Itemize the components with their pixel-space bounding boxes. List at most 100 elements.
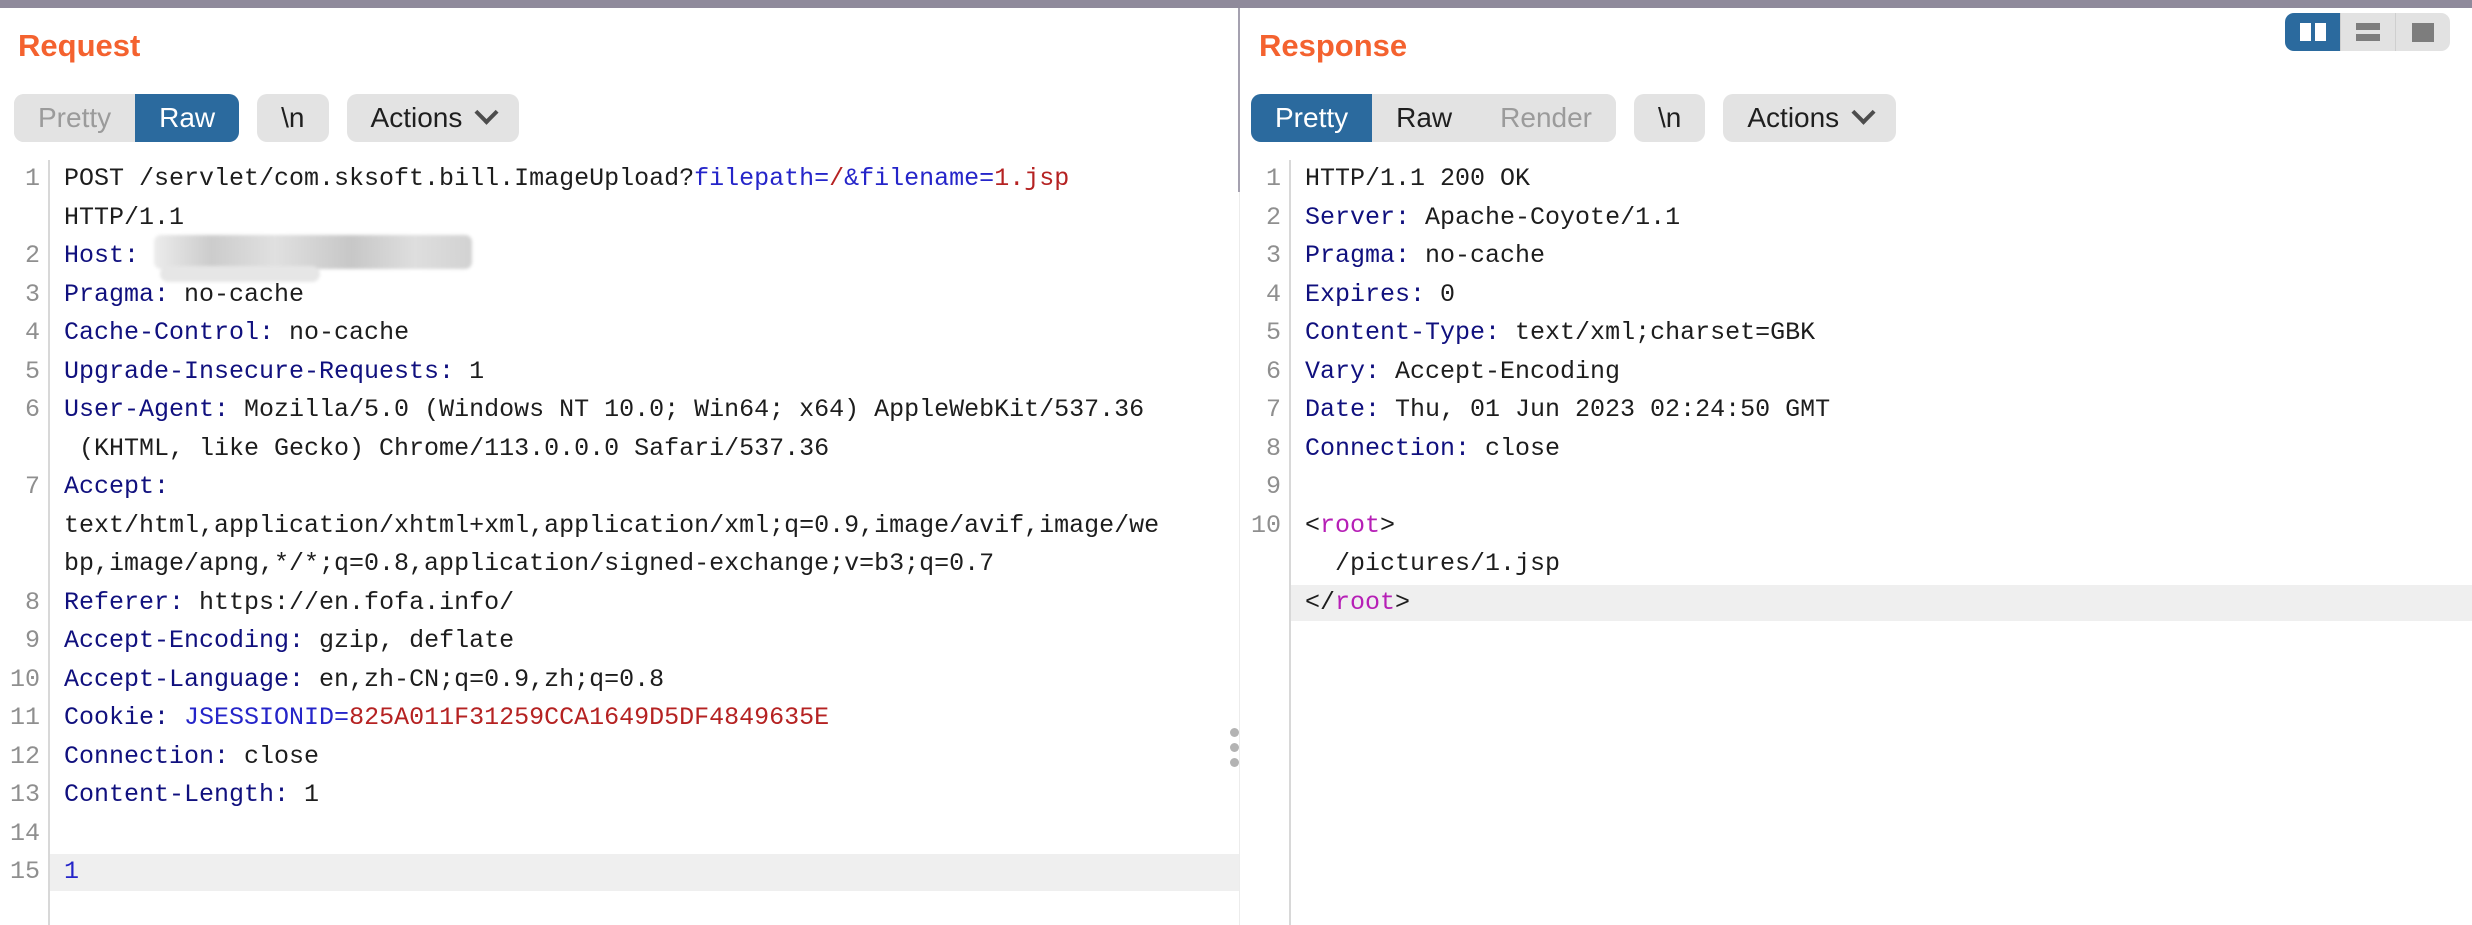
code-row: 8Referer: https://en.fofa.info/ xyxy=(0,584,1240,623)
request-editor[interactable]: 1POST /servlet/com.sksoft.bill.ImageUplo… xyxy=(0,160,1240,925)
line-number: 3 xyxy=(0,276,48,315)
tab-pretty[interactable]: Pretty xyxy=(14,94,135,142)
line-content: Date: Thu, 01 Jun 2023 02:24:50 GMT xyxy=(1289,391,1830,430)
line-content: Accept-Encoding: gzip, deflate xyxy=(48,622,514,661)
line-content: Upgrade-Insecure-Requests: 1 xyxy=(48,353,484,392)
code-row: 13Content-Length: 1 xyxy=(0,776,1240,815)
line-content: Pragma: no-cache xyxy=(1289,237,1545,276)
code-row: 7Date: Thu, 01 Jun 2023 02:24:50 GMT xyxy=(1241,391,2472,430)
code-row: 2Server: Apache-Coyote/1.1 xyxy=(1241,199,2472,238)
code-row: bp,image/apng,*/*;q=0.8,application/sign… xyxy=(0,545,1240,584)
line-number xyxy=(0,545,48,584)
line-content: Connection: close xyxy=(1289,430,1560,469)
line-content: Accept-Language: en,zh-CN;q=0.9,zh;q=0.8 xyxy=(48,661,664,700)
response-panel-title: Response xyxy=(1259,28,1407,64)
code-row: HTTP/1.1 xyxy=(0,199,1240,238)
line-number: 1 xyxy=(1241,160,1289,199)
request-view-tabs: PrettyRaw xyxy=(14,94,239,142)
line-content: Cookie: JSESSIONID=825A011F31259CCA1649D… xyxy=(48,699,829,738)
line-number: 8 xyxy=(0,584,48,623)
line-number xyxy=(1241,584,1289,623)
line-content: </root> xyxy=(1289,584,1410,623)
top-bar xyxy=(0,0,2472,8)
line-number xyxy=(0,507,48,546)
request-actions-button[interactable]: Actions xyxy=(347,94,520,142)
line-content: Content-Type: text/xml;charset=GBK xyxy=(1289,314,1815,353)
tab-render[interactable]: Render xyxy=(1476,94,1616,142)
line-content: Accept: xyxy=(48,468,169,507)
newline-toggle-button[interactable]: \n xyxy=(1634,94,1705,142)
panel-splitter-grip[interactable] xyxy=(1230,728,1240,772)
code-row: 6User-Agent: Mozilla/5.0 (Windows NT 10.… xyxy=(0,391,1240,430)
response-tab-row: PrettyRawRender \n Actions xyxy=(1251,94,1896,142)
request-panel-title: Request xyxy=(18,28,140,64)
line-number: 10 xyxy=(1241,507,1289,546)
line-number xyxy=(0,430,48,469)
layout-single-panel-button[interactable] xyxy=(2395,13,2450,51)
code-row: 9 xyxy=(1241,468,2472,507)
code-row: text/html,application/xhtml+xml,applicat… xyxy=(0,507,1240,546)
line-number: 7 xyxy=(0,468,48,507)
line-content xyxy=(48,815,64,854)
code-row: 1HTTP/1.1 200 OK xyxy=(1241,160,2472,199)
code-row: 5Content-Type: text/xml;charset=GBK xyxy=(1241,314,2472,353)
line-content: User-Agent: Mozilla/5.0 (Windows NT 10.0… xyxy=(48,391,1144,430)
line-number: 4 xyxy=(1241,276,1289,315)
line-content: Cache-Control: no-cache xyxy=(48,314,409,353)
line-number: 1 xyxy=(0,160,48,199)
line-number: 9 xyxy=(1241,468,1289,507)
line-content: Referer: https://en.fofa.info/ xyxy=(48,584,514,623)
line-number: 14 xyxy=(0,815,48,854)
line-content: Content-Length: 1 xyxy=(48,776,319,815)
newline-toggle-button[interactable]: \n xyxy=(257,94,328,142)
line-number: 8 xyxy=(1241,430,1289,469)
tab-pretty[interactable]: Pretty xyxy=(1251,94,1372,142)
line-content: text/html,application/xhtml+xml,applicat… xyxy=(48,507,1159,546)
line-content: <root> xyxy=(1289,507,1395,546)
response-editor-rows: 1HTTP/1.1 200 OK2Server: Apache-Coyote/1… xyxy=(1241,160,2472,622)
code-row: 8Connection: close xyxy=(1241,430,2472,469)
line-content xyxy=(1289,468,1305,507)
tab-raw[interactable]: Raw xyxy=(1372,94,1476,142)
line-number: 7 xyxy=(1241,391,1289,430)
response-panel: Response PrettyRawRender \n Actions xyxy=(1241,8,2472,925)
layout-split-columns-button[interactable] xyxy=(2285,13,2340,51)
line-number: 13 xyxy=(0,776,48,815)
line-content: HTTP/1.1 200 OK xyxy=(1289,160,1530,199)
line-number: 2 xyxy=(0,237,48,276)
code-row: 14 xyxy=(0,815,1240,854)
line-number: 10 xyxy=(0,661,48,700)
line-content: /pictures/1.jsp xyxy=(1289,545,1560,584)
line-number: 15 xyxy=(0,853,48,892)
line-number: 4 xyxy=(0,314,48,353)
line-number xyxy=(0,199,48,238)
code-row: 12Connection: close xyxy=(0,738,1240,777)
response-actions-button[interactable]: Actions xyxy=(1723,94,1896,142)
code-row: 10Accept-Language: en,zh-CN;q=0.9,zh;q=0… xyxy=(0,661,1240,700)
line-number: 2 xyxy=(1241,199,1289,238)
line-content: bp,image/apng,*/*;q=0.8,application/sign… xyxy=(48,545,994,584)
line-number: 6 xyxy=(0,391,48,430)
chevron-down-icon xyxy=(1852,100,1876,124)
response-editor[interactable]: 1HTTP/1.1 200 OK2Server: Apache-Coyote/1… xyxy=(1241,160,2472,925)
code-row: 4Cache-Control: no-cache xyxy=(0,314,1240,353)
line-content: (KHTML, like Gecko) Chrome/113.0.0.0 Saf… xyxy=(48,430,829,469)
layout-split-rows-button[interactable] xyxy=(2340,13,2395,51)
line-content: 1 xyxy=(48,853,79,892)
line-number: 12 xyxy=(0,738,48,777)
line-number xyxy=(1241,545,1289,584)
single-panel-icon xyxy=(2412,23,2434,42)
code-row: (KHTML, like Gecko) Chrome/113.0.0.0 Saf… xyxy=(0,430,1240,469)
response-view-tabs: PrettyRawRender xyxy=(1251,94,1616,142)
code-row: 9Accept-Encoding: gzip, deflate xyxy=(0,622,1240,661)
tab-raw[interactable]: Raw xyxy=(135,94,239,142)
line-content: Expires: 0 xyxy=(1289,276,1455,315)
line-content: HTTP/1.1 xyxy=(48,199,184,238)
code-row: 5Upgrade-Insecure-Requests: 1 xyxy=(0,353,1240,392)
request-tab-row: PrettyRaw \n Actions xyxy=(14,94,519,142)
line-content: Vary: Accept-Encoding xyxy=(1289,353,1620,392)
line-number: 5 xyxy=(1241,314,1289,353)
code-row: 6Vary: Accept-Encoding xyxy=(1241,353,2472,392)
split-columns-icon xyxy=(2300,23,2326,41)
code-row: 10<root> xyxy=(1241,507,2472,546)
